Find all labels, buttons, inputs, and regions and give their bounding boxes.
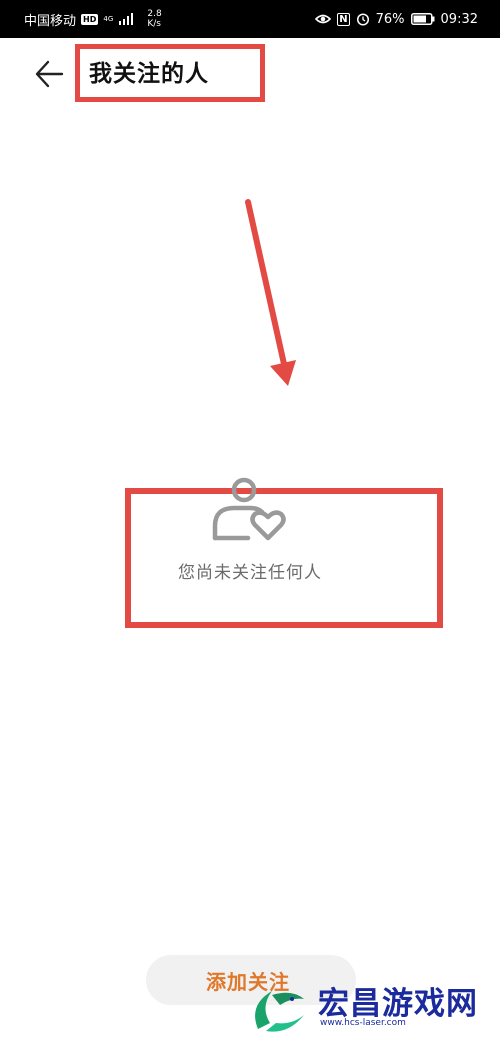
watermark-url: www.hcs-laser.com (320, 1018, 406, 1028)
empty-state-message: 您尚未关注任何人 (178, 563, 322, 583)
annotation-arrow-icon (245, 199, 296, 386)
watermark-title: 宏昌游戏网 (318, 986, 478, 1022)
person-heart-icon (212, 477, 286, 541)
watermark-logo-icon (255, 991, 304, 1032)
